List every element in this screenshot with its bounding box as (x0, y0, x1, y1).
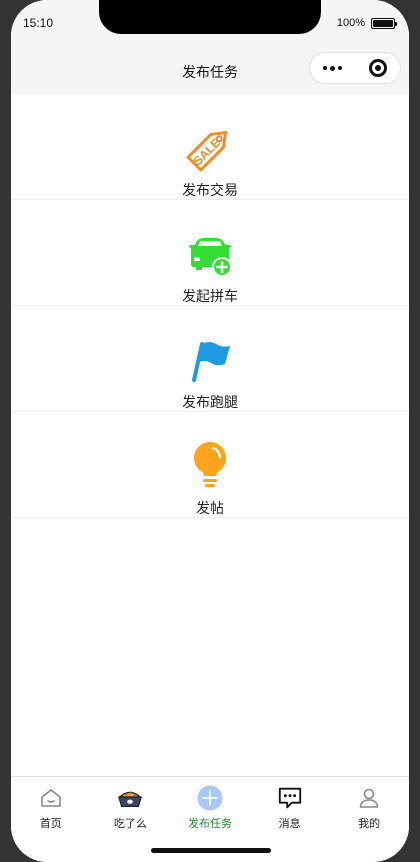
tab-label: 首页 (39, 818, 62, 830)
close-button[interactable] (355, 59, 400, 77)
sale-tag-icon: SALE (180, 118, 240, 178)
tab-profile[interactable]: 我的 (329, 777, 409, 862)
menu-item-carpool[interactable]: 发起拼车 (11, 200, 409, 306)
food-bowl-icon (117, 785, 143, 811)
home-indicator (151, 848, 271, 853)
menu-item-post[interactable]: 发帖 (11, 412, 409, 518)
message-icon (277, 785, 303, 811)
menu-item-errand[interactable]: 发布跑腿 (11, 306, 409, 412)
battery-percent: 100% (336, 17, 365, 29)
menu-item-label: 发起拼车 (182, 288, 238, 304)
menu-item-label: 发布交易 (182, 182, 238, 198)
plus-circle-icon (197, 785, 223, 811)
car-add-icon (180, 224, 240, 284)
phone-screen: 15:10 100% 发布任务 SALE 发布交易 发起拼车 发布跑腿 发帖 首… (11, 0, 409, 862)
menu-item-label: 发布跑腿 (182, 394, 238, 410)
battery-icon (371, 17, 397, 29)
home-icon (38, 785, 64, 811)
user-icon (356, 785, 382, 811)
status-time: 15:10 (23, 16, 54, 30)
menu-item-label: 发帖 (196, 500, 224, 516)
device-notch (99, 0, 321, 34)
tab-label: 发布任务 (187, 818, 232, 830)
target-icon (368, 59, 387, 77)
menu-item-publish-trade[interactable]: SALE 发布交易 (11, 94, 409, 200)
mini-program-capsule (309, 52, 401, 84)
more-button[interactable] (310, 65, 355, 71)
flag-icon (180, 330, 240, 390)
status-right: 100% (336, 17, 397, 29)
tab-label: 我的 (358, 818, 381, 830)
lightbulb-icon (180, 436, 240, 496)
tab-home[interactable]: 首页 (11, 777, 91, 862)
battery-fill (373, 19, 393, 27)
tab-label: 吃了么 (113, 818, 147, 830)
tab-label: 消息 (278, 818, 301, 830)
publish-menu: SALE 发布交易 发起拼车 发布跑腿 发帖 (11, 94, 409, 518)
